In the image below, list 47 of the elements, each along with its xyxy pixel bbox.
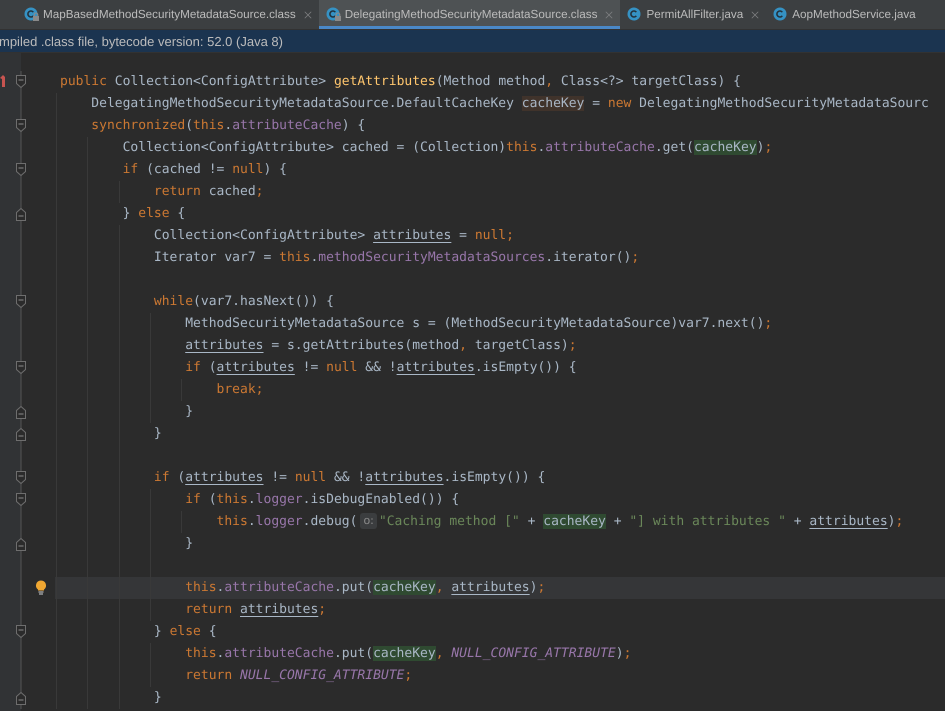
fold-marker-icon[interactable] xyxy=(16,471,26,484)
fold-marker-icon[interactable] xyxy=(16,75,26,88)
code-line: DelegatingMethodSecurityMetadataSource.DefaultCacheKey cacheKey = new DelegatingMethodSecurityMetadataSourc xyxy=(55,93,945,115)
fold-marker-icon[interactable] xyxy=(16,406,26,419)
code-line: return NULL_CONFIG_ATTRIBUTE; xyxy=(55,665,945,687)
code-line: if (attributes != null && !attributes.isEmpty()) { xyxy=(55,467,945,489)
close-icon[interactable] xyxy=(749,8,762,20)
code-line: while(var7.hasNext()) { xyxy=(55,291,945,313)
code-line: return attributes; xyxy=(55,599,945,621)
code-line: Iterator var7 = this.methodSecurityMetadataSources.iterator(); xyxy=(55,247,945,269)
code-line: this.logger.debug( o: "Caching method [" + cacheKey + "] with attributes " + attributes); xyxy=(55,511,945,533)
code-line: return cached; xyxy=(55,181,945,203)
editor-tab[interactable]: PermitAllFilter.java xyxy=(620,0,766,29)
arrow-up-icon[interactable] xyxy=(0,75,5,87)
code-line: } else { xyxy=(55,203,945,225)
editor-tab[interactable]: AopMethodService.java xyxy=(766,0,921,29)
notification-text: mpiled .class file, bytecode version: 52.0 (Java 8) xyxy=(0,34,283,48)
code-line: synchronized(this.attributeCache) { xyxy=(55,115,945,137)
fold-marker-icon[interactable] xyxy=(16,361,26,374)
code-line: Collection<ConfigAttribute> attributes = null; xyxy=(55,225,945,247)
code-line: this.attributeCache.put(cacheKey, NULL_CONFIG_ATTRIBUTE); xyxy=(55,643,945,665)
fold-marker-icon[interactable] xyxy=(16,119,26,132)
code-line: } xyxy=(55,533,945,555)
code-line: attributes = s.getAttributes(method, targetClass); xyxy=(55,335,945,357)
code-line: } else { xyxy=(55,621,945,643)
code-line: } xyxy=(55,401,945,423)
editor-tab[interactable]: DelegatingMethodSecurityMetadataSource.class xyxy=(318,0,620,29)
code-line: MethodSecurityMetadataSource s = (MethodSecurityMetadataSource)var7.next(); xyxy=(55,313,945,335)
code-line: if (this.logger.isDebugEnabled()) { xyxy=(55,489,945,511)
code-line: break; xyxy=(55,379,945,401)
editor-tab[interactable]: MapBasedMethodSecurityMetadataSource.class xyxy=(17,0,319,29)
code-line: } xyxy=(55,687,945,709)
fold-marker-icon[interactable] xyxy=(16,692,26,705)
fold-marker-icon[interactable] xyxy=(16,625,26,638)
code-line: public Collection<ConfigAttribute> getAttributes(Method method, Class<?> targetClass) { xyxy=(59,73,742,91)
fold-marker-icon[interactable] xyxy=(16,493,26,506)
close-icon[interactable] xyxy=(302,8,314,20)
fold-marker-icon[interactable] xyxy=(16,538,26,551)
fold-marker-icon[interactable] xyxy=(16,295,26,308)
code-line: if (attributes != null && !attributes.isEmpty()) { xyxy=(55,357,945,379)
fold-marker-icon[interactable] xyxy=(16,163,26,176)
fold-marker-icon[interactable] xyxy=(16,208,26,221)
code-line: Collection<ConfigAttribute> cached = (Collection)this.attributeCache.get(cacheKey); xyxy=(55,137,945,159)
fold-marker-icon[interactable] xyxy=(16,428,26,441)
lightbulb-icon[interactable] xyxy=(35,580,47,595)
code-line: } xyxy=(55,423,945,445)
code-line: if (cached != null) { xyxy=(55,159,945,181)
